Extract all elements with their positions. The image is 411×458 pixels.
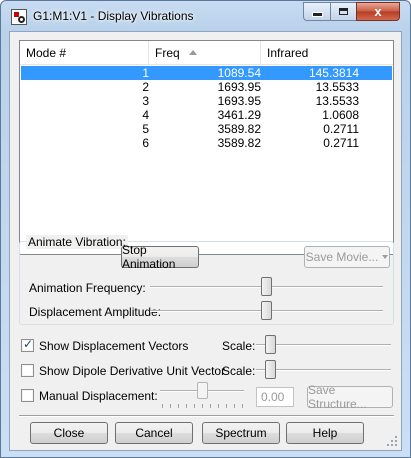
cell-mode: 2 [142,80,149,94]
maximize-button[interactable] [330,2,356,21]
minimize-button[interactable] [303,2,330,21]
dipole-scale-slider[interactable] [265,360,276,379]
animation-frequency-label: Animation Frequency: [29,281,146,295]
table-row[interactable]: 1 1089.54 145.3814 [21,66,392,80]
close-button[interactable]: Close [30,422,108,444]
sort-ascending-icon [189,50,197,55]
show-displacement-checkbox[interactable] [21,337,34,352]
save-structure-button[interactable]: Save Structure... [307,383,393,411]
close-window-button[interactable]: x [356,2,400,21]
animate-vibration-label: Animate Vibration: [26,235,128,249]
cell-freq: 1693.95 [217,94,261,108]
title-bar[interactable]: G1:M1:V1 - Display Vibrations x [1,1,410,31]
table-row[interactable]: 6 3589.82 0.2711 [21,136,392,150]
displacement-amplitude-label: Displacement Amplitude: [29,305,162,319]
manual-displacement-slider[interactable] [197,382,208,399]
manual-displacement-value-field[interactable]: 0.00 [256,387,294,407]
show-dipole-label: Show Dipole Derivative Unit Vector [39,364,226,378]
cell-ir: 13.5533 [315,80,359,94]
manual-displacement-checkbox[interactable] [21,389,34,402]
help-button[interactable]: Help [286,422,364,444]
save-movie-button[interactable]: Save Movie... [304,246,390,268]
cell-mode: 1 [142,66,149,80]
dropdown-arrow-icon [382,255,389,259]
list-header: Mode # Freq Infrared [20,41,393,65]
app-icon [11,9,27,25]
displacement-amplitude-slider[interactable] [261,301,272,320]
cell-ir: 1.0608 [322,108,359,122]
minimize-icon [311,12,323,17]
window-title: G1:M1:V1 - Display Vibrations [33,9,194,23]
cell-mode: 6 [142,136,149,150]
separator [19,415,394,417]
displacement-scale-slider[interactable] [265,335,276,354]
stop-animation-button[interactable]: Stop Animation [121,243,199,271]
close-icon: x [374,4,382,19]
cell-freq: 1693.95 [217,80,261,94]
show-dipole-checkbox[interactable] [21,364,34,377]
table-row[interactable]: 2 1693.95 13.5533 [21,80,392,94]
resize-grip-icon[interactable] [387,436,397,446]
caption-buttons: x [303,2,400,22]
maximize-icon [339,8,348,15]
manual-displacement-ticks [162,404,250,408]
cell-ir: 0.2711 [323,122,359,136]
cell-mode: 5 [142,122,149,136]
cancel-button[interactable]: Cancel [115,422,193,444]
table-row[interactable]: 4 3461.29 1.0608 [21,108,392,122]
column-header-freq[interactable]: Freq [149,41,261,65]
cell-freq: 3589.82 [217,122,261,136]
cell-freq: 3461.29 [217,108,261,122]
cell-ir: 145.3814 [308,66,359,80]
table-row[interactable]: 5 3589.82 0.2711 [21,122,392,136]
manual-displacement-label: Manual Displacement: [39,389,158,403]
spectrum-button[interactable]: Spectrum [202,422,280,444]
displacement-scale-label: Scale: [222,339,256,353]
dipole-scale-track[interactable] [256,369,391,371]
display-vibrations-window: G1:M1:V1 - Display Vibrations x Mode # F… [0,0,411,458]
cell-mode: 3 [142,94,149,108]
cell-freq: 1089.54 [217,66,261,80]
cell-ir: 13.5533 [315,94,359,108]
cell-freq: 3589.82 [217,136,261,150]
show-displacement-label: Show Displacement Vectors [39,339,189,353]
animation-frequency-slider[interactable] [261,277,272,296]
column-header-infrared[interactable]: Infrared [261,41,393,65]
cell-mode: 4 [142,108,149,122]
table-row[interactable]: 3 1693.95 13.5533 [21,94,392,108]
dipole-scale-label: Scale: [222,364,256,378]
cell-ir: 0.2711 [323,136,359,150]
displacement-scale-track[interactable] [256,344,391,346]
column-header-mode[interactable]: Mode # [20,41,149,65]
dialog-body: Mode # Freq Infrared 1 1089.54 145.3814 2 16… [9,31,402,451]
vibration-modes-list[interactable]: Mode # Freq Infrared 1 1089.54 145.3814 2 16… [19,40,394,255]
